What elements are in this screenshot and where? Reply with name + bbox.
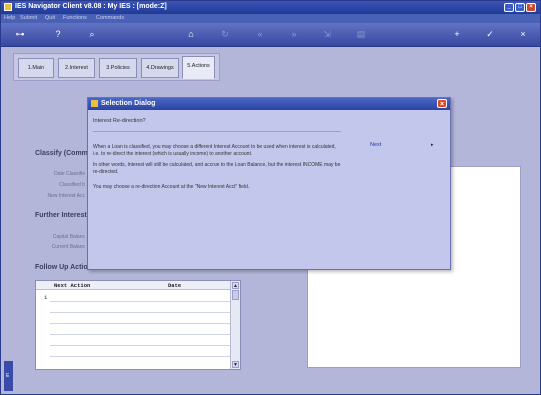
add-icon[interactable]: + xyxy=(450,29,464,39)
menu-quit[interactable]: Quit xyxy=(45,15,55,21)
next-arrow-icon[interactable]: ▸ xyxy=(431,142,434,148)
menu-functions[interactable]: Functions xyxy=(63,15,87,21)
confirm-icon[interactable]: ✓ xyxy=(483,29,497,39)
row-number: 1 xyxy=(44,294,48,301)
scroll-thumb[interactable] xyxy=(232,290,239,300)
tab-policies[interactable]: 3.Policies xyxy=(99,58,137,78)
further-interest-section-title: Further Interest xyxy=(35,212,87,219)
toolbar: ⊶ ? ⌕ ⌂ ↻ « » ⇲ ▤ + ✓ × xyxy=(1,23,540,47)
app-icon xyxy=(4,3,12,11)
export-icon[interactable]: ⇲ xyxy=(320,29,334,39)
table-row[interactable] xyxy=(50,356,230,357)
follow-up-grid[interactable]: Next Action Date 1 ▲ ▼ xyxy=(35,280,241,370)
home-icon[interactable]: ⌂ xyxy=(184,29,198,39)
classify-section-title: Classify (Comm xyxy=(35,150,88,157)
selection-dialog: Selection Dialog × Interest Re-direction… xyxy=(87,97,451,270)
follow-up-section-title: Follow Up Actio xyxy=(35,264,88,271)
dialog-title: Selection Dialog xyxy=(101,100,156,107)
table-row[interactable] xyxy=(50,301,230,302)
table-row[interactable] xyxy=(50,345,230,346)
tab-drawings[interactable]: 4.Drawings xyxy=(141,58,179,78)
refresh-icon[interactable]: ↻ xyxy=(218,29,232,39)
forward-icon[interactable]: » xyxy=(287,29,301,39)
menu-bar: Help Submit Quit Functions Commands xyxy=(1,14,540,23)
side-tab-label: E xyxy=(6,373,10,379)
divider xyxy=(93,131,341,132)
app-window: IES Navigator Client v8.08 : My IES : [m… xyxy=(0,0,541,395)
dialog-title-bar: Selection Dialog × xyxy=(88,98,450,110)
close-button[interactable]: × xyxy=(526,3,536,12)
table-row[interactable] xyxy=(50,323,230,324)
tab-interest[interactable]: 2.Interest xyxy=(58,58,95,78)
table-row[interactable] xyxy=(50,312,230,313)
search-icon[interactable]: ⌕ xyxy=(85,29,99,39)
tab-actions[interactable]: 5.Actions xyxy=(182,56,215,79)
dialog-paragraph-2: In other words, Interest will still be c… xyxy=(93,162,341,175)
col-next-action: Next Action xyxy=(54,282,91,289)
menu-submit[interactable]: Submit xyxy=(20,15,37,21)
capital-balance-label: Capital Balanc xyxy=(52,234,85,240)
window-title: IES Navigator Client v8.08 : My IES : [m… xyxy=(15,3,167,10)
minimize-button[interactable]: _ xyxy=(504,3,514,12)
date-classified-label: Date Classifie xyxy=(54,171,85,177)
next-button[interactable]: Next xyxy=(370,142,381,148)
dialog-icon xyxy=(91,100,98,107)
table-row[interactable] xyxy=(50,334,230,335)
rewind-icon[interactable]: « xyxy=(253,29,267,39)
tab-strip: 1.Main 2.Interest 3.Policies 4.Drawings … xyxy=(13,53,220,81)
maximize-button[interactable]: □ xyxy=(515,3,525,12)
classified-by-label: Classified b xyxy=(59,182,85,188)
menu-help[interactable]: Help xyxy=(4,15,15,21)
print-icon[interactable]: ▤ xyxy=(354,29,368,39)
new-interest-acct-label: New Interest Acc xyxy=(47,193,85,199)
title-bar: IES Navigator Client v8.08 : My IES : [m… xyxy=(1,1,540,14)
current-balance-label: Current Balanc xyxy=(51,244,85,250)
cancel-icon[interactable]: × xyxy=(516,29,530,39)
menu-commands[interactable]: Commands xyxy=(96,15,124,21)
dialog-paragraph-3: You may choose a re-direction Account at… xyxy=(93,184,250,190)
col-date: Date xyxy=(168,282,182,289)
dialog-subtitle: Interest Re-direction? xyxy=(93,118,146,124)
tab-main[interactable]: 1.Main xyxy=(18,58,54,78)
grid-header: Next Action Date xyxy=(36,281,230,290)
scroll-up-icon[interactable]: ▲ xyxy=(232,282,239,289)
help-icon[interactable]: ? xyxy=(51,29,65,39)
dialog-close-button[interactable]: × xyxy=(437,99,447,108)
grid-scrollbar[interactable]: ▲ ▼ xyxy=(230,281,240,369)
dialog-paragraph-1: When a Loan is classified, you may choos… xyxy=(93,144,336,157)
key-icon[interactable]: ⊶ xyxy=(9,29,31,39)
side-tab[interactable]: E xyxy=(4,361,13,391)
scroll-down-icon[interactable]: ▼ xyxy=(232,361,239,368)
